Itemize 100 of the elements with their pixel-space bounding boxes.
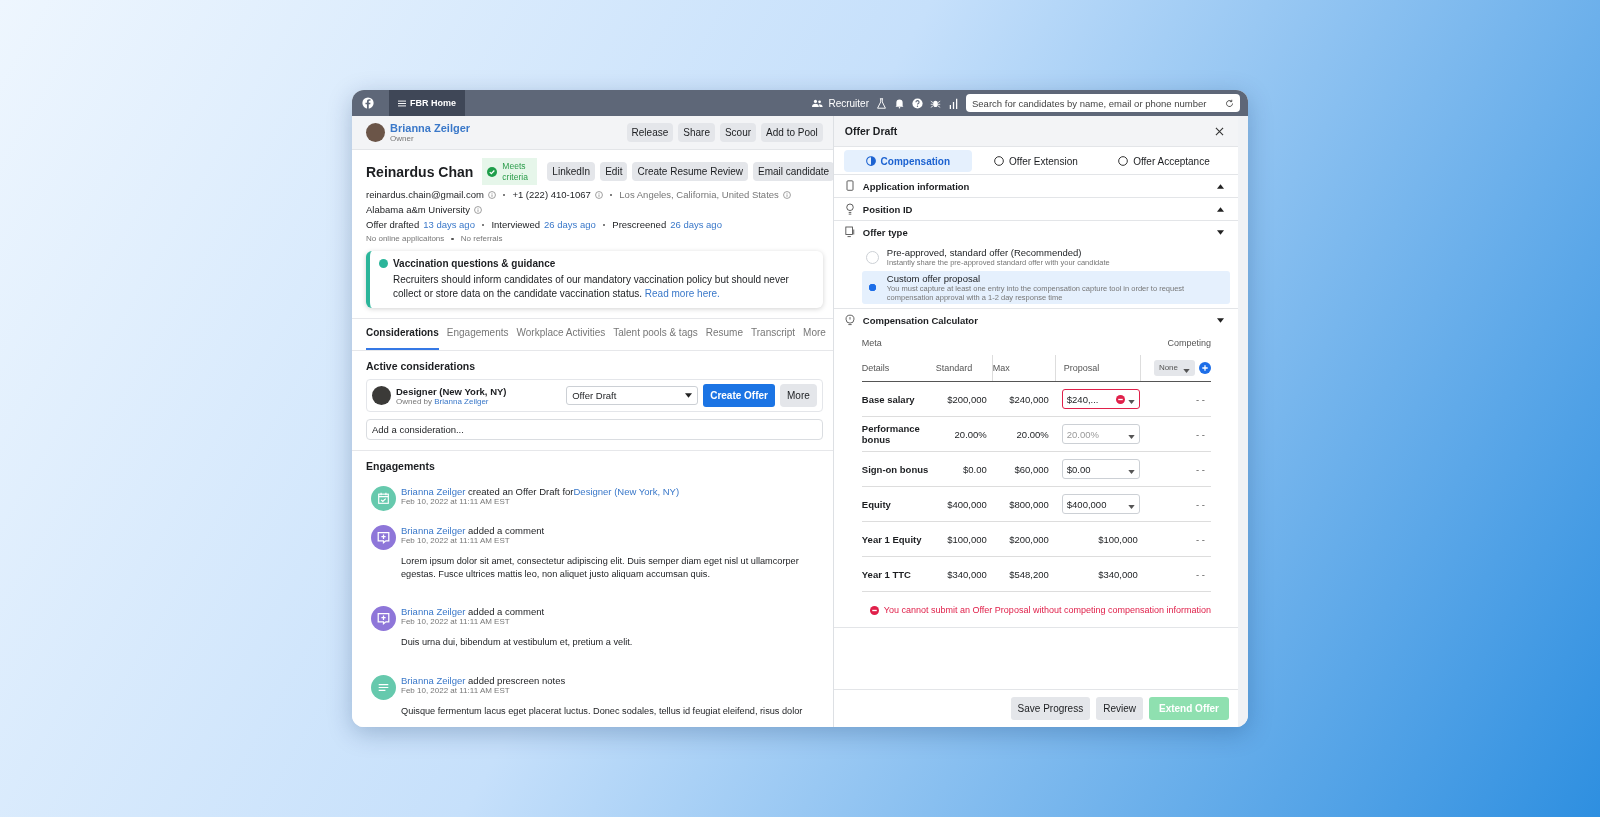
proposal-field[interactable]: $240,... bbox=[1061, 389, 1140, 409]
home-tab[interactable]: FBR Home bbox=[389, 90, 465, 116]
row-label: Sign-on bonus bbox=[861, 463, 930, 475]
bulb-icon bbox=[844, 203, 855, 215]
location-text: Los Angeles, California, United States bbox=[619, 189, 779, 201]
row-label: Year 1 Equity bbox=[861, 533, 923, 545]
tab[interactable]: Engagements bbox=[446, 325, 509, 351]
column-header: Details bbox=[861, 363, 891, 373]
logo-icon[interactable] bbox=[362, 97, 374, 109]
engagement-body: Lorem ipsum dolor sit amet, consectetur adipiscing elit. Duis semper diam eget nisl ut ullamcorper egestas. Fusce ultrices mattis leo, non aliquet justo aliquam accumsan quis. bbox=[401, 555, 800, 581]
calendar-check-icon bbox=[371, 486, 396, 512]
row-label: Base salary bbox=[861, 393, 916, 405]
table-cell-text: $400,000 bbox=[946, 498, 988, 510]
owner-role: Owner bbox=[390, 134, 415, 143]
milestone-time[interactable]: 26 days ago bbox=[544, 219, 596, 231]
owner-action-button[interactable]: Share bbox=[678, 123, 715, 142]
engagement-text: Brianna Zeilger added prescreen notes bbox=[401, 674, 567, 686]
owner-link[interactable]: Brianna Zeilger bbox=[434, 396, 489, 406]
radio-button[interactable] bbox=[865, 250, 879, 264]
row-label: Performance bonus bbox=[861, 423, 921, 445]
caret-icon[interactable] bbox=[1217, 317, 1224, 323]
tab[interactable]: Talent pools & tags bbox=[613, 325, 698, 351]
step-tab[interactable]: Offer Extension bbox=[971, 150, 1100, 172]
candidate-action-button[interactable]: LinkedIn bbox=[547, 162, 596, 182]
row-label: Equity bbox=[861, 498, 892, 510]
actor-link[interactable]: Brianna Zeilger bbox=[401, 486, 466, 498]
step-tab[interactable]: Offer Acceptance bbox=[1099, 150, 1228, 172]
create-offer-button[interactable]: Create Offer bbox=[703, 384, 775, 408]
footer-button[interactable]: Review bbox=[1096, 697, 1143, 720]
candidate-action-button[interactable]: Email candidate bbox=[753, 162, 833, 182]
avatar bbox=[366, 123, 385, 142]
engagement-text: Brianna Zeilger added a comment bbox=[401, 525, 546, 537]
row-label: Year 1 TTC bbox=[861, 568, 912, 580]
competing-dropdown[interactable]: None bbox=[1153, 360, 1195, 376]
target-link[interactable]: Designer (New York, NY) bbox=[573, 486, 680, 498]
owner-name[interactable]: Brianna Zeilger bbox=[390, 122, 471, 134]
candidate-action-button[interactable]: Edit bbox=[600, 162, 628, 182]
candidate-action-button[interactable]: Create Resume Review bbox=[632, 162, 748, 182]
table-cell-text: - - bbox=[1195, 463, 1206, 475]
owner-action-button[interactable]: Add to Pool bbox=[761, 123, 823, 142]
owner-action-button[interactable]: Release bbox=[626, 123, 674, 142]
footer-button[interactable]: Save Progress bbox=[1010, 697, 1091, 720]
tab[interactable]: Transcript bbox=[751, 325, 796, 351]
stage-dropdown[interactable]: Offer Draft bbox=[566, 386, 699, 406]
email-text: reinardus.chain@gmail.com bbox=[366, 189, 484, 201]
engagement-body: Quisque fermentum lacus eget placerat luctus. Donec sodales, tellus id feugiat eleifend, risus dolor bbox=[401, 704, 803, 717]
phone-icon bbox=[844, 180, 855, 192]
caret-icon[interactable] bbox=[1217, 206, 1224, 212]
search-field[interactable]: Search for candidates by name, email or phone number bbox=[966, 94, 1240, 112]
more-button[interactable]: More bbox=[780, 384, 817, 408]
caret-icon[interactable] bbox=[1217, 183, 1224, 189]
error-icon bbox=[1115, 394, 1125, 404]
flask-icon[interactable] bbox=[876, 97, 887, 109]
caret-icon bbox=[1127, 505, 1135, 509]
table-cell-text: $0.00 bbox=[962, 463, 988, 475]
section-title: Offer type bbox=[862, 226, 908, 238]
input-field[interactable]: Add a consideration... bbox=[366, 419, 823, 441]
proposal-field[interactable]: $400,000 bbox=[1061, 494, 1140, 514]
table-cell-text: $100,000 bbox=[1097, 533, 1138, 545]
menu-icon bbox=[398, 99, 406, 107]
caret-icon bbox=[1127, 435, 1135, 439]
half-circle-icon bbox=[865, 156, 876, 166]
milestone-time[interactable]: 26 days ago bbox=[670, 219, 722, 231]
owner-action-button[interactable]: Scour bbox=[719, 123, 757, 142]
comment-icon bbox=[371, 525, 396, 551]
tab[interactable]: More bbox=[803, 325, 826, 351]
proposal-field[interactable]: $0.00 bbox=[1061, 459, 1140, 479]
actor-link[interactable]: Brianna Zeilger bbox=[401, 525, 466, 537]
close-icon[interactable] bbox=[1215, 126, 1224, 136]
role-label[interactable]: Recruiter bbox=[828, 97, 869, 109]
role-title: Designer (New York, NY) bbox=[396, 385, 507, 397]
engagement-time: Feb 10, 2022 at 11:11 AM EST bbox=[401, 536, 511, 546]
milestone-label: Offer drafted bbox=[366, 219, 420, 231]
read-more-link[interactable]: Read more here. bbox=[644, 288, 720, 300]
step-tab[interactable]: Compensation bbox=[843, 150, 972, 172]
circle-icon bbox=[994, 156, 1004, 166]
tab[interactable]: Resume bbox=[705, 325, 743, 351]
tab[interactable]: Workplace Activities bbox=[516, 325, 606, 351]
engagement-time: Feb 10, 2022 at 11:11 AM EST bbox=[401, 497, 511, 507]
separator-dot bbox=[451, 237, 454, 240]
avatar bbox=[372, 386, 391, 406]
add-icon[interactable] bbox=[1199, 362, 1211, 374]
actor-link[interactable]: Brianna Zeilger bbox=[401, 674, 466, 686]
bell-icon[interactable] bbox=[894, 97, 905, 109]
chart-icon[interactable] bbox=[948, 97, 959, 109]
actor-link[interactable]: Brianna Zeilger bbox=[401, 606, 466, 618]
notice-text: Recruiters should inform candidates of our mandatory vaccination policy but should never collect or store data on the candidate vaccination status. Read more here. bbox=[393, 273, 790, 302]
table-cell-text: $60,000 bbox=[1013, 463, 1050, 475]
people-icon[interactable] bbox=[812, 97, 824, 109]
help-icon[interactable] bbox=[912, 97, 923, 109]
note-text: No online applicaitons bbox=[366, 234, 445, 244]
table-cell-text: $240,000 bbox=[1008, 393, 1050, 405]
section-title: Position ID bbox=[862, 203, 913, 215]
tab[interactable]: Considerations bbox=[366, 325, 439, 351]
table-cell-text: $100,000 bbox=[946, 533, 988, 545]
section-title: Engagements bbox=[366, 460, 436, 473]
refresh-icon[interactable] bbox=[1225, 98, 1234, 108]
milestone-time[interactable]: 13 days ago bbox=[423, 219, 475, 231]
engagement-text: Brianna Zeilger created an Offer Draft forDesigner (New York, NY) bbox=[401, 486, 680, 498]
caret-icon[interactable] bbox=[1217, 229, 1224, 235]
